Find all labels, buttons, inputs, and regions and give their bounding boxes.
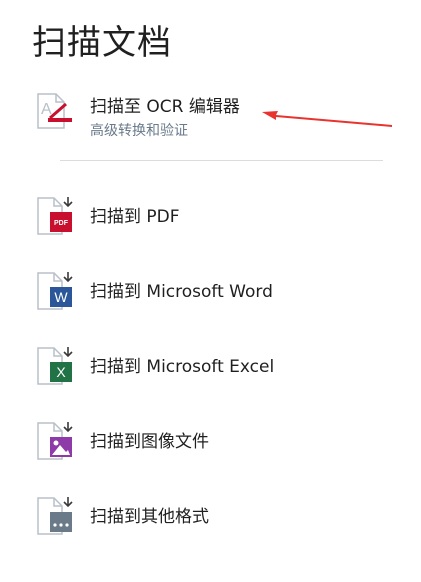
- page-title: 扫描文档: [32, 23, 172, 63]
- scan-to-other-format-button[interactable]: 扫描到其他格式: [32, 494, 392, 544]
- scan-to-image-button[interactable]: 扫描到图像文件: [32, 419, 392, 469]
- pdf-file-icon: PDF: [37, 197, 73, 235]
- pdf-label: 扫描到 PDF: [90, 207, 180, 227]
- scan-to-excel-button[interactable]: X 扫描到 Microsoft Excel: [32, 344, 392, 394]
- scan-to-word-button[interactable]: W 扫描到 Microsoft Word: [32, 269, 392, 319]
- other-label: 扫描到其他格式: [90, 507, 209, 527]
- divider: [60, 160, 383, 161]
- excel-file-icon: X: [37, 347, 73, 385]
- svg-text:W: W: [54, 289, 68, 305]
- other-file-icon: [37, 497, 73, 535]
- word-label: 扫描到 Microsoft Word: [90, 282, 273, 302]
- excel-label: 扫描到 Microsoft Excel: [90, 357, 275, 377]
- image-label: 扫描到图像文件: [90, 432, 209, 452]
- annotation-arrow-icon: [262, 111, 392, 127]
- image-file-icon: [37, 422, 73, 460]
- svg-text:A: A: [41, 101, 52, 118]
- ocr-sublabel: 高级转换和验证: [90, 123, 188, 139]
- svg-text:PDF: PDF: [54, 220, 69, 227]
- word-file-icon: W: [37, 272, 73, 310]
- ocr-label: 扫描至 OCR 编辑器: [90, 97, 240, 117]
- svg-text:X: X: [56, 364, 66, 380]
- scan-to-pdf-button[interactable]: PDF 扫描到 PDF: [32, 194, 392, 244]
- ocr-editor-icon: A: [37, 93, 72, 129]
